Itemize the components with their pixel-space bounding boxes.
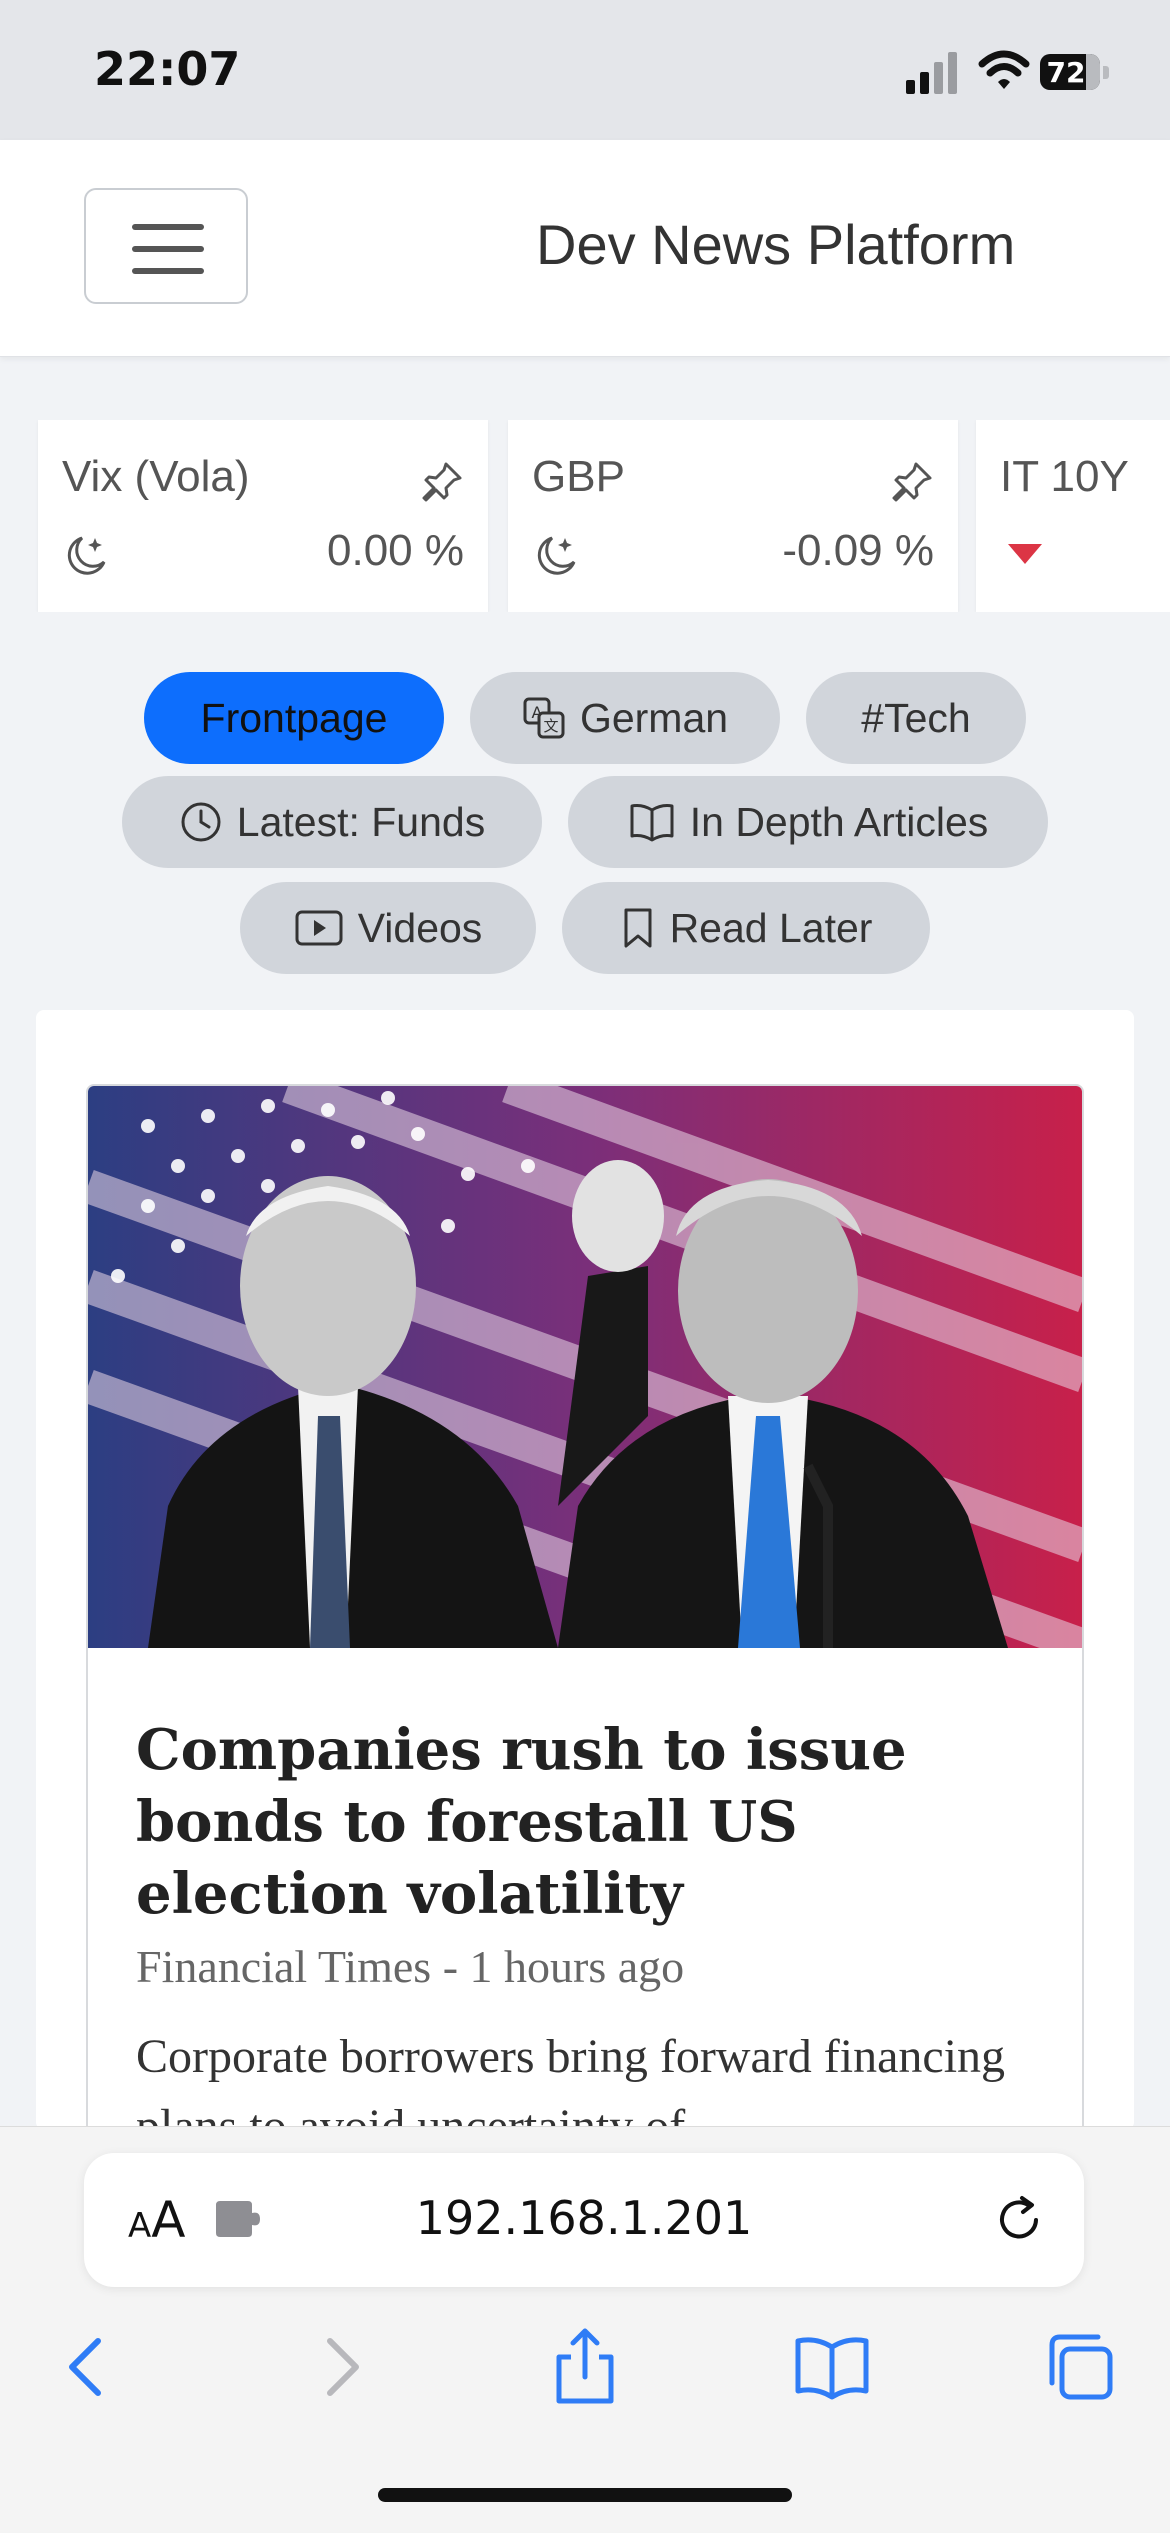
filter-label: In Depth Articles — [689, 798, 989, 845]
article-list: Companies rush to issue bonds to foresta… — [36, 1010, 1134, 2184]
play-icon — [295, 910, 343, 946]
status-time: 22:07 — [94, 42, 241, 96]
moon-stars-icon — [537, 536, 576, 575]
translate-icon: A 文 — [523, 697, 565, 739]
site-brand[interactable]: Dev News Platform — [536, 212, 1015, 277]
ticker-name: IT 10Y — [1000, 452, 1129, 501]
home-indicator — [378, 2488, 792, 2502]
battery-icon: 72 — [1040, 54, 1112, 90]
ticker-card[interactable]: IT 10Y — [976, 420, 1170, 612]
ticker-value: 0.00 % — [327, 526, 464, 575]
top-navbar: Dev News Platform — [0, 140, 1170, 357]
filter-label: Frontpage — [200, 694, 388, 741]
moon-stars-icon — [67, 536, 106, 575]
url-text[interactable]: 192.168.1.201 — [84, 2191, 1084, 2245]
filter-label: #Tech — [861, 694, 971, 741]
bookmarks-icon[interactable] — [792, 2327, 872, 2407]
ticker-strip[interactable]: Vix (Vola) 0.00 % GBP -0.09 % IT 10Y — [0, 420, 1170, 612]
ticker-value: -0.09 % — [782, 526, 934, 575]
filter-in-depth[interactable]: In Depth Articles — [568, 776, 1048, 868]
pin-icon[interactable] — [890, 460, 934, 504]
article-headline[interactable]: Companies rush to issue bonds to foresta… — [136, 1714, 1036, 1930]
filter-label: Read Later — [669, 904, 873, 951]
filter-frontpage[interactable]: Frontpage — [144, 672, 444, 764]
forward-icon[interactable] — [300, 2327, 380, 2407]
reload-icon[interactable] — [992, 2193, 1046, 2247]
tabs-icon[interactable] — [1040, 2327, 1120, 2407]
status-bar: 22:07 72 — [0, 0, 1170, 140]
browser-toolbar: AA 192.168.1.201 — [0, 2126, 1170, 2533]
menu-toggle-button[interactable] — [84, 188, 248, 304]
filter-german[interactable]: A 文 German — [470, 672, 780, 764]
open-book-icon — [630, 804, 674, 842]
svg-text:文: 文 — [543, 717, 558, 735]
ticker-name: GBP — [532, 452, 625, 501]
pin-icon[interactable] — [420, 460, 464, 504]
address-bar[interactable]: AA 192.168.1.201 — [84, 2153, 1084, 2287]
ticker-card[interactable]: GBP -0.09 % — [508, 420, 958, 612]
clock-icon — [181, 802, 221, 842]
filter-latest-funds[interactable]: Latest: Funds — [122, 776, 542, 868]
filter-videos[interactable]: Videos — [240, 882, 536, 974]
back-icon[interactable] — [48, 2327, 128, 2407]
bookmark-icon — [624, 908, 652, 948]
cellular-signal-icon — [906, 52, 957, 94]
article-image[interactable] — [88, 1086, 1084, 1648]
filter-read-later[interactable]: Read Later — [562, 882, 930, 974]
filter-tech[interactable]: #Tech — [806, 672, 1026, 764]
ticker-card[interactable]: Vix (Vola) 0.00 % — [38, 420, 488, 612]
filter-label: Latest: Funds — [236, 798, 486, 845]
ticker-name: Vix (Vola) — [62, 452, 250, 501]
filter-label: German — [579, 694, 729, 741]
battery-level: 72 — [1046, 56, 1086, 89]
article-card[interactable]: Companies rush to issue bonds to foresta… — [86, 1084, 1084, 2184]
filter-label: Videos — [357, 904, 483, 951]
share-icon[interactable] — [545, 2327, 625, 2407]
down-arrow-icon — [1008, 544, 1042, 564]
wifi-icon — [978, 50, 1030, 89]
article-meta: Financial Times - 1 hours ago — [136, 1941, 685, 1992]
